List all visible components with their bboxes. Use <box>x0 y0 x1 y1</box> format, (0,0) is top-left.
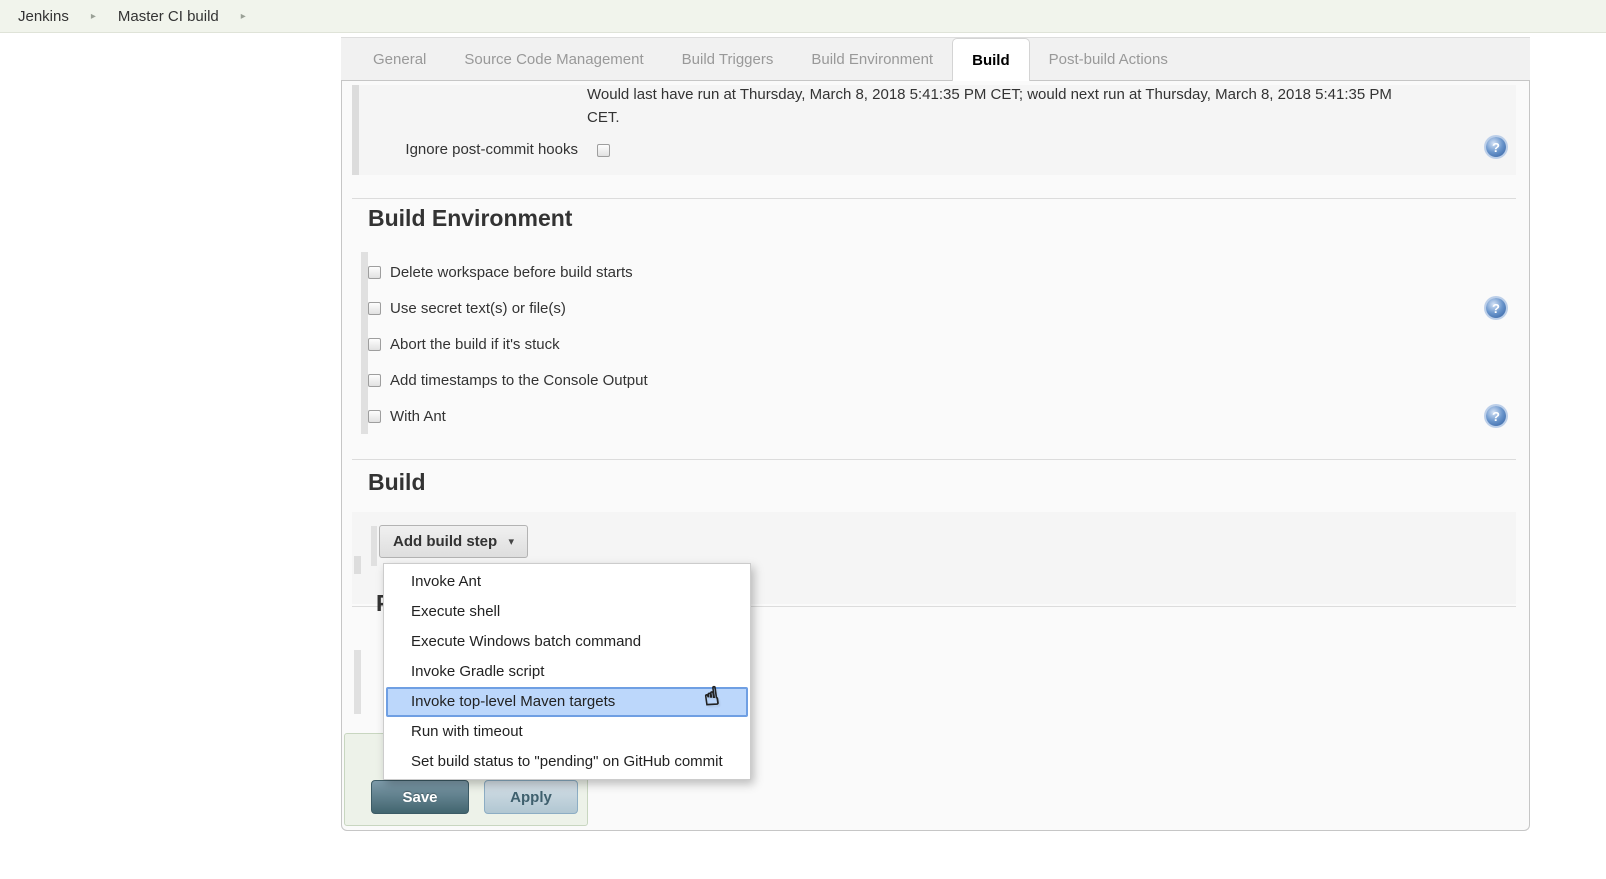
breadcrumb-chevron-icon[interactable]: ▸ <box>91 11 96 22</box>
schedule-preview-text: Would last have run at Thursday, March 8… <box>587 84 1419 129</box>
question-mark-icon: ? <box>1492 409 1500 424</box>
breadcrumb: Jenkins ▸ Master CI build ▸ <box>0 0 1606 33</box>
tab-build-triggers[interactable]: Build Triggers <box>663 38 793 80</box>
question-mark-icon: ? <box>1492 140 1500 155</box>
post-build-actions-heading-clipped: Post-build Actions <box>376 590 383 617</box>
breadcrumb-chevron-icon[interactable]: ▸ <box>241 11 246 22</box>
option-label[interactable]: Add timestamps to the Console Output <box>390 372 648 389</box>
drag-handle[interactable] <box>371 526 377 566</box>
add-timestamps-checkbox[interactable] <box>368 374 381 387</box>
use-secret-text-checkbox[interactable] <box>368 302 381 315</box>
menu-item-invoke-maven-highlighted[interactable]: Invoke top-level Maven targets <box>386 687 748 717</box>
add-build-step-dropdown-menu: Invoke Ant Execute shell Execute Windows… <box>383 563 751 780</box>
save-button[interactable]: Save <box>371 780 469 814</box>
breadcrumb-jenkins-link[interactable]: Jenkins <box>18 8 69 25</box>
with-ant-checkbox[interactable] <box>368 410 381 423</box>
option-label[interactable]: Use secret text(s) or file(s) <box>390 300 566 317</box>
menu-item-invoke-gradle[interactable]: Invoke Gradle script <box>384 657 750 687</box>
menu-item-execute-shell[interactable]: Execute shell <box>384 597 750 627</box>
abort-stuck-build-checkbox[interactable] <box>368 338 381 351</box>
add-build-step-label: Add build step <box>393 533 497 550</box>
ignore-post-commit-hooks-checkbox[interactable] <box>597 144 610 157</box>
section-divider <box>352 198 1516 199</box>
tab-post-build-actions[interactable]: Post-build Actions <box>1030 38 1187 80</box>
option-label[interactable]: With Ant <box>390 408 446 425</box>
build-heading: Build <box>368 469 426 496</box>
section-divider <box>352 459 1516 460</box>
add-build-step-button[interactable]: Add build step ▾ <box>379 525 528 558</box>
ignore-post-commit-hooks-label[interactable]: Ignore post-commit hooks <box>352 141 578 158</box>
tab-build-environment[interactable]: Build Environment <box>792 38 952 80</box>
breadcrumb-job-link[interactable]: Master CI build <box>118 8 219 25</box>
drag-handle[interactable] <box>354 650 361 714</box>
option-row: With Ant <box>368 398 1068 434</box>
option-row: Abort the build if it's stuck <box>368 326 1068 362</box>
menu-item-run-with-timeout[interactable]: Run with timeout <box>384 717 750 747</box>
option-row: Add timestamps to the Console Output <box>368 362 1068 398</box>
delete-workspace-checkbox[interactable] <box>368 266 381 279</box>
menu-item-set-github-pending[interactable]: Set build status to "pending" on GitHub … <box>384 747 750 777</box>
help-icon[interactable]: ? <box>1486 406 1506 426</box>
help-icon[interactable]: ? <box>1486 298 1506 318</box>
jenkins-job-config-page: Jenkins ▸ Master CI build ▸ General Sour… <box>0 0 1606 879</box>
option-row: Delete workspace before build starts <box>368 254 1068 290</box>
tab-general[interactable]: General <box>354 38 445 80</box>
drag-handle[interactable] <box>354 556 361 574</box>
help-icon[interactable]: ? <box>1486 137 1506 157</box>
apply-button[interactable]: Apply <box>484 780 578 814</box>
question-mark-icon: ? <box>1492 301 1500 316</box>
chevron-down-icon: ▾ <box>508 535 514 548</box>
drag-handle[interactable] <box>352 85 359 175</box>
option-row: Use secret text(s) or file(s) <box>368 290 1068 326</box>
tab-source-code-management[interactable]: Source Code Management <box>445 38 662 80</box>
config-tabbar: General Source Code Management Build Tri… <box>341 37 1530 81</box>
option-label[interactable]: Abort the build if it's stuck <box>390 336 560 353</box>
menu-item-execute-windows-batch[interactable]: Execute Windows batch command <box>384 627 750 657</box>
tab-build[interactable]: Build <box>952 38 1030 81</box>
build-environment-heading: Build Environment <box>368 205 572 232</box>
option-label[interactable]: Delete workspace before build starts <box>390 264 633 281</box>
menu-item-invoke-ant[interactable]: Invoke Ant <box>384 567 750 597</box>
drag-handle[interactable] <box>361 252 368 434</box>
